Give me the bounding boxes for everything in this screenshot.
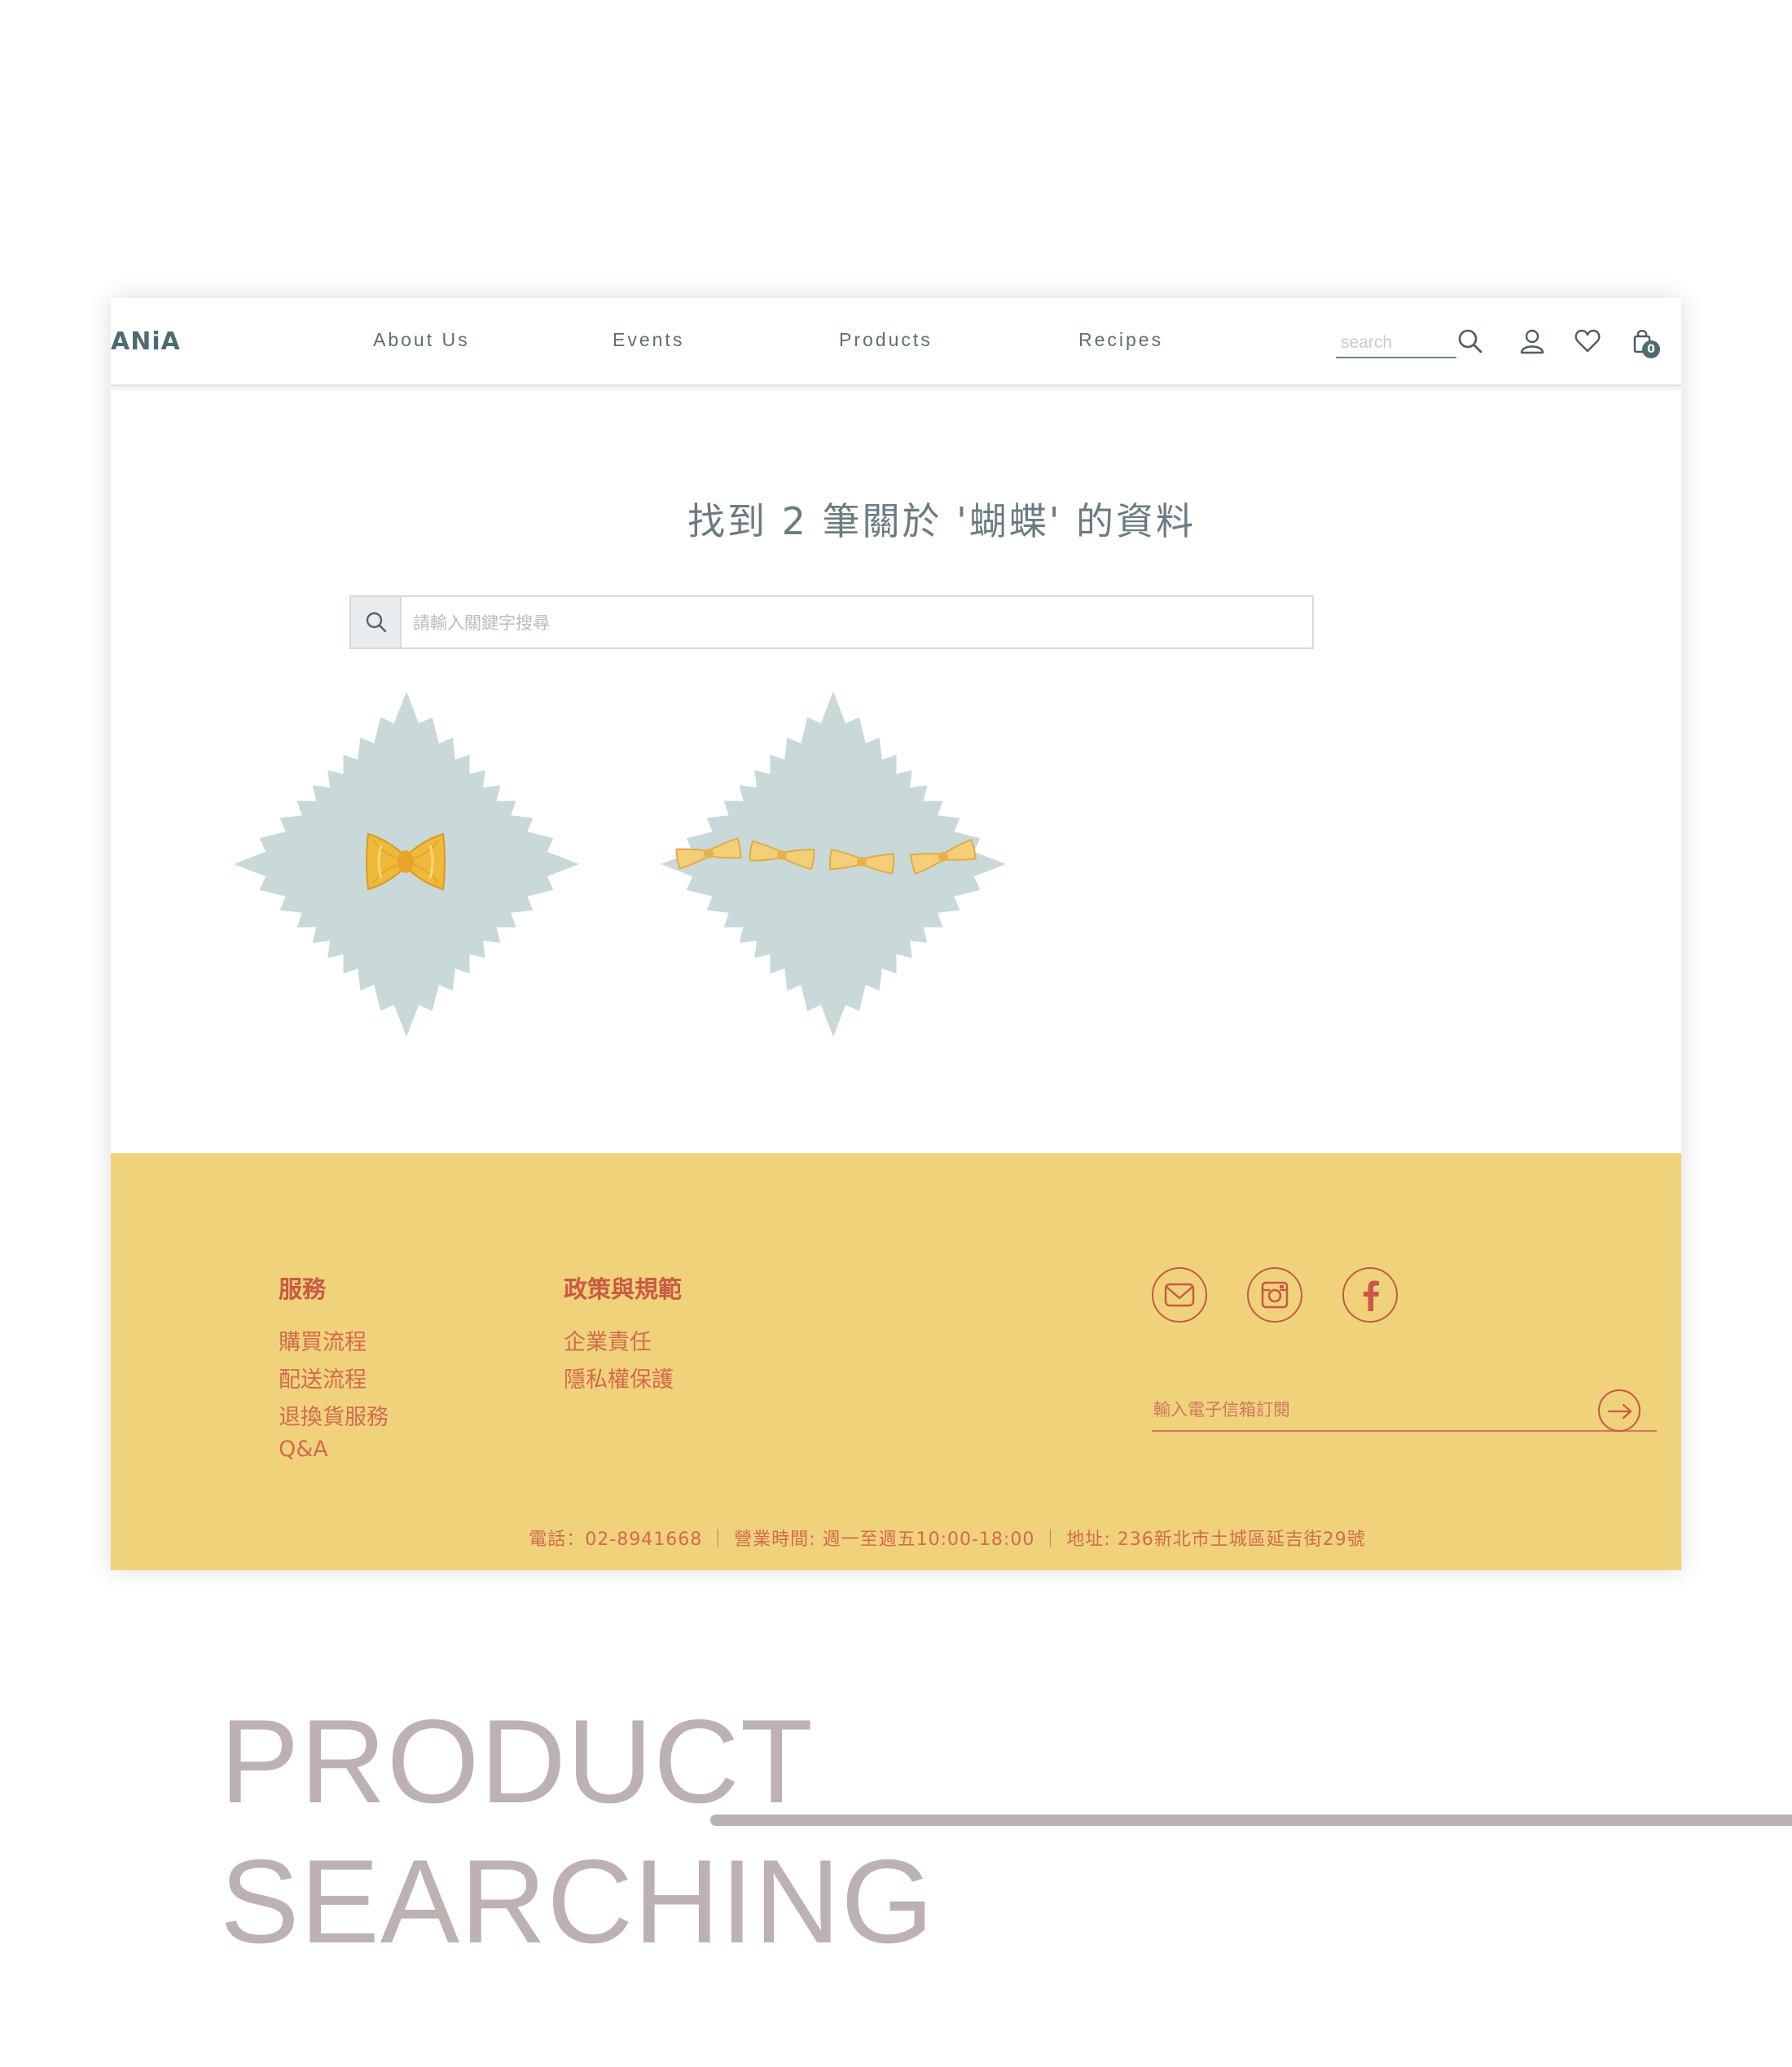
footer-link-return-service[interactable]: 退換貨服務: [279, 1399, 389, 1431]
caption-line-2: SEARCHING: [220, 1835, 935, 1968]
arrow-right-icon: [1607, 1403, 1632, 1420]
heart-icon[interactable]: [1574, 327, 1601, 355]
nav-products[interactable]: Products: [839, 329, 933, 351]
cart-count-badge: 0: [1642, 340, 1660, 358]
footer-link-privacy[interactable]: 隱私權保護: [564, 1362, 674, 1393]
footer-link-purchase-process[interactable]: 購買流程: [279, 1324, 367, 1356]
results-search-button[interactable]: [351, 597, 402, 647]
footer-contact-info: 電話：02-8941668 ｜ 營業時間: 週一至週五10:00-18:00 ｜…: [529, 1529, 1366, 1550]
footer-heading-policies: 政策與規範: [564, 1275, 683, 1303]
search-result-title: 找到 2 筆關於 '蝴蝶' 的資料: [687, 499, 1197, 543]
email-social-button[interactable]: [1152, 1267, 1207, 1323]
facebook-social-button[interactable]: [1342, 1267, 1398, 1323]
mail-icon: [1164, 1283, 1195, 1307]
header-search-input[interactable]: [1336, 329, 1456, 358]
footer-link-qa[interactable]: Q&A: [279, 1437, 328, 1462]
caption-line-1: PRODUCT: [220, 1695, 814, 1828]
instagram-icon: [1261, 1281, 1289, 1309]
caption-divider: [710, 1815, 1792, 1826]
product-image: [234, 691, 579, 1037]
user-icon[interactable]: [1518, 327, 1546, 355]
search-icon: [366, 612, 387, 633]
instagram-social-button[interactable]: [1247, 1267, 1302, 1323]
facebook-icon: [1364, 1280, 1379, 1311]
results-search-input[interactable]: [411, 597, 1294, 649]
footer-heading-services: 服務: [279, 1275, 327, 1303]
site-footer: 服務 購買流程 配送流程 退換貨服務 Q&A 政策與規範 企業責任 隱私權保護: [111, 1153, 1681, 1570]
product-card[interactable]: [231, 689, 582, 1039]
subscribe-email-input[interactable]: [1152, 1391, 1579, 1428]
site-logo[interactable]: ANiA: [111, 327, 181, 356]
footer-link-delivery-process[interactable]: 配送流程: [279, 1362, 367, 1393]
page-frame: ANiA About Us Events Products Recipes 0 …: [111, 298, 1681, 1570]
search-icon[interactable]: [1456, 327, 1484, 355]
product-card[interactable]: [658, 689, 1008, 1039]
results-search-box: [349, 595, 1314, 649]
site-header: ANiA About Us Events Products Recipes 0: [111, 298, 1681, 386]
subscribe-submit-button[interactable]: [1598, 1389, 1640, 1432]
nav-events[interactable]: Events: [613, 329, 684, 351]
nav-about-us[interactable]: About Us: [373, 329, 470, 351]
footer-link-corporate-responsibility[interactable]: 企業責任: [564, 1324, 652, 1356]
product-image: [661, 691, 1006, 1037]
subscribe-underline: [1152, 1430, 1657, 1432]
nav-recipes[interactable]: Recipes: [1078, 329, 1163, 351]
